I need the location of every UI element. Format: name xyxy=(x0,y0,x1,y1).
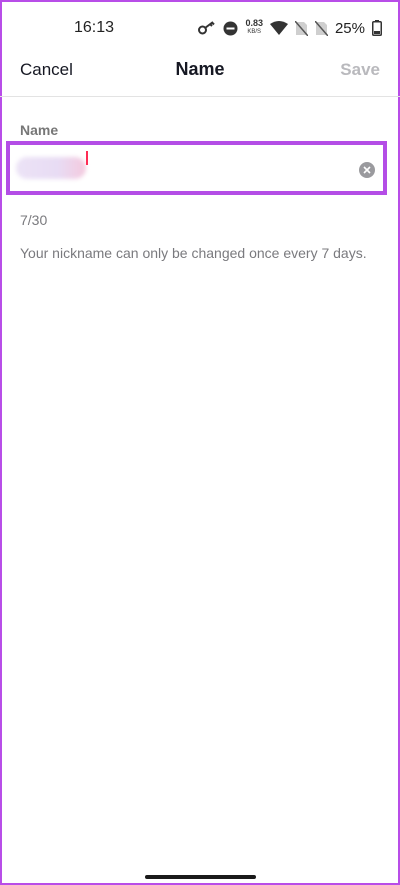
no-sim-icon xyxy=(294,20,308,36)
name-field-label: Name xyxy=(20,122,59,138)
clear-input-button[interactable] xyxy=(359,162,375,178)
status-icons: 0.83 KB/S 25% xyxy=(198,16,382,40)
do-not-disturb-icon xyxy=(223,21,238,36)
status-time: 16:13 xyxy=(74,19,115,36)
nav-bar: Cancel Name Save xyxy=(0,50,400,97)
text-caret xyxy=(86,151,88,165)
screenshot-border xyxy=(0,0,400,885)
save-button[interactable]: Save xyxy=(340,60,380,80)
close-icon xyxy=(363,166,371,174)
nickname-hint: Your nickname can only be changed once e… xyxy=(20,245,367,261)
status-bar: 16:13 0.83 KB/S 25% xyxy=(0,0,400,56)
character-count: 7/30 xyxy=(20,212,48,228)
name-input[interactable] xyxy=(6,141,387,195)
no-sim-icon xyxy=(314,20,328,36)
network-speed-value: 0.83 xyxy=(245,18,263,28)
key-icon xyxy=(198,21,216,35)
wifi-icon xyxy=(269,21,288,35)
battery-icon xyxy=(372,20,382,36)
name-input-value-blurred xyxy=(16,157,86,179)
network-speed-unit: KB/S xyxy=(247,29,262,35)
home-indicator[interactable] xyxy=(145,875,256,879)
network-speed: 0.83 KB/S xyxy=(245,19,263,37)
battery-percent: 25% xyxy=(334,19,365,37)
